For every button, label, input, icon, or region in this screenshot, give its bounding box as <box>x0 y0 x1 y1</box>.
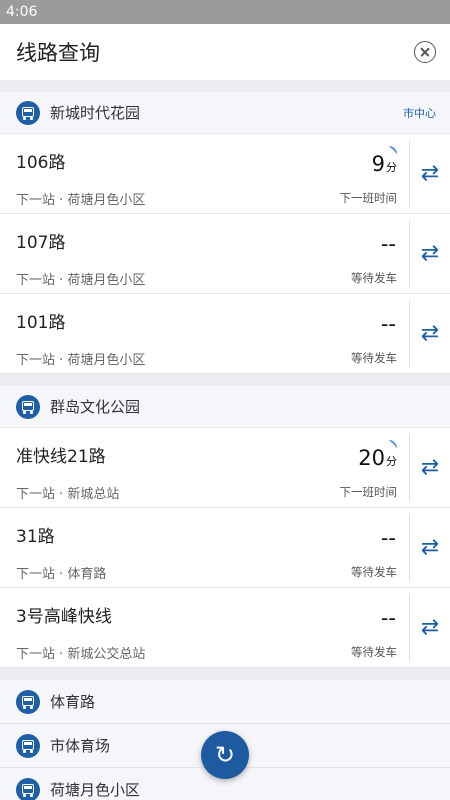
route-name: 101路 <box>16 313 66 333</box>
bus-stop-icon <box>16 689 40 714</box>
route-row[interactable]: 101路 下一站 · 荷塘月色小区 -- 等待发车 ⇄ <box>0 294 450 374</box>
route-row[interactable]: 107路 下一站 · 荷塘月色小区 -- 等待发车 ⇄ <box>0 214 450 294</box>
route-name: 3号高峰快线 <box>16 607 112 627</box>
route-next-stop: 下一站 · 新城总站 <box>16 487 120 502</box>
arrival-time: -- <box>280 312 397 340</box>
status-time: 4:06 <box>6 4 38 20</box>
arrival-time: -- <box>280 526 397 554</box>
stop-name: 体育路 <box>50 693 96 711</box>
refresh-icon: ↻ <box>214 741 236 769</box>
stop-name: 荷塘月色小区 <box>50 781 141 799</box>
arrival-unit: 分 <box>386 161 397 174</box>
route-row[interactable]: 准快线21路 下一站 · 新城总站 20分 下一班时间 ⇄ <box>0 428 450 508</box>
stop-header[interactable]: 新城时代花园 市中心 <box>0 92 450 134</box>
arrival-value: -- <box>380 232 396 256</box>
divider <box>0 668 450 680</box>
arrival-status: 等待发车 <box>351 645 397 659</box>
stop-name: 新城时代花园 <box>50 104 141 122</box>
refresh-button[interactable]: ↻ <box>201 731 249 779</box>
arrival-status: 下一班时间 <box>339 191 398 205</box>
arrival-unit: 分 <box>386 455 397 468</box>
arrival-status: 等待发车 <box>351 565 397 579</box>
route-name: 31路 <box>16 527 55 547</box>
stop-header[interactable]: 体育路 <box>0 680 450 724</box>
route-row[interactable]: 106路 下一站 · 荷塘月色小区 9分 下一班时间 ⇄ <box>0 134 450 214</box>
arrival-value: -- <box>380 606 396 630</box>
route-name: 准快线21路 <box>16 447 106 467</box>
close-icon[interactable] <box>414 41 436 63</box>
page-title: 线路查询 <box>16 41 100 65</box>
bus-stop-icon <box>16 100 40 125</box>
arrival-time: -- <box>280 606 397 634</box>
stop-header[interactable]: 群岛文化公园 <box>0 386 450 428</box>
realtime-signal-icon <box>389 146 397 154</box>
stop-tag[interactable]: 市中心 <box>403 105 436 121</box>
swap-arrows-icon[interactable]: ⇄ <box>421 162 439 185</box>
divider <box>0 80 450 92</box>
route-next-stop: 下一站 · 新城公交总站 <box>16 647 146 662</box>
arrival-value: -- <box>380 312 396 336</box>
arrival-status: 等待发车 <box>351 271 397 285</box>
route-name: 107路 <box>16 233 66 253</box>
route-name: 106路 <box>16 153 66 173</box>
arrival-value: -- <box>380 526 396 550</box>
stop-name: 群岛文化公园 <box>50 398 141 416</box>
arrival-time: 20分 <box>280 440 397 474</box>
arrival-status: 等待发车 <box>351 351 397 365</box>
swap-arrows-icon[interactable]: ⇄ <box>421 536 439 559</box>
swap-arrows-icon[interactable]: ⇄ <box>421 322 439 345</box>
swap-arrows-icon[interactable]: ⇄ <box>421 456 439 479</box>
bus-stop-icon <box>16 394 40 419</box>
swap-arrows-icon[interactable]: ⇄ <box>421 242 439 265</box>
arrival-value: 20 <box>358 446 385 470</box>
bus-stop-icon <box>16 777 40 800</box>
swap-arrows-icon[interactable]: ⇄ <box>421 616 439 639</box>
arrival-status: 下一班时间 <box>339 485 398 499</box>
arrival-value: 9 <box>371 152 385 176</box>
route-row[interactable]: 3号高峰快线 下一站 · 新城公交总站 -- 等待发车 ⇄ <box>0 588 450 668</box>
divider <box>0 374 450 386</box>
route-next-stop: 下一站 · 荷塘月色小区 <box>16 193 146 208</box>
route-next-stop: 下一站 · 荷塘月色小区 <box>16 353 146 368</box>
status-bar: 4:06 <box>0 0 450 24</box>
arrival-time: 9分 <box>280 146 397 180</box>
route-next-stop: 下一站 · 荷塘月色小区 <box>16 273 146 288</box>
bus-stop-icon <box>16 733 40 758</box>
route-next-stop: 下一站 · 体育路 <box>16 567 107 582</box>
app-header: 线路查询 <box>0 24 450 80</box>
realtime-signal-icon <box>389 440 397 448</box>
arrival-time: -- <box>280 232 397 260</box>
route-row[interactable]: 31路 下一站 · 体育路 -- 等待发车 ⇄ <box>0 508 450 588</box>
